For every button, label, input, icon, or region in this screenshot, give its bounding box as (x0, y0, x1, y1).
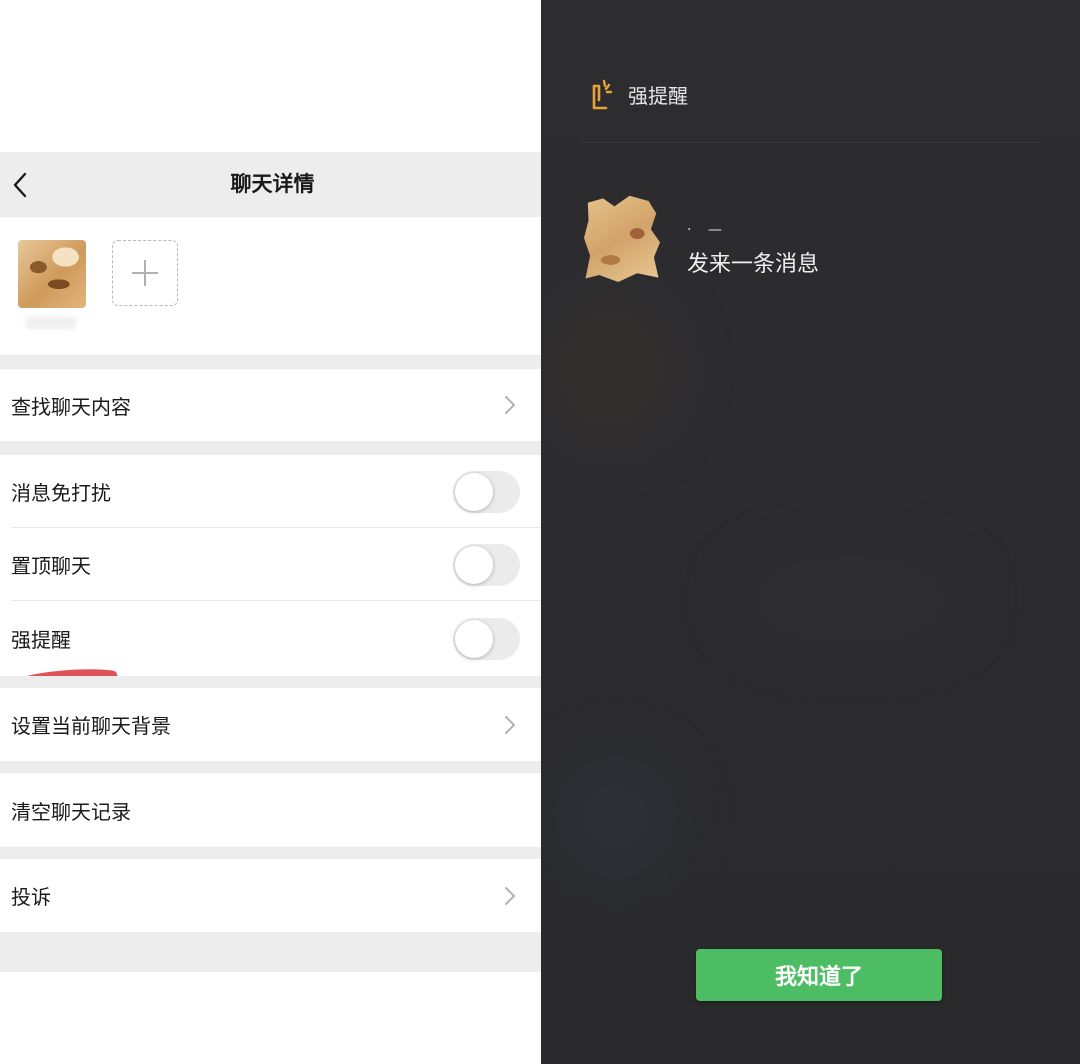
mute-notifications-toggle[interactable] (453, 470, 520, 513)
add-member-button[interactable] (112, 240, 178, 306)
mute-notifications-label: 消息免打扰 (11, 481, 111, 505)
toggle-knob (455, 545, 493, 584)
sender-avatar (584, 195, 660, 282)
pin-chat-toggle[interactable] (453, 543, 520, 586)
blurred-background (551, 300, 671, 440)
chevron-right-icon (505, 396, 515, 414)
strong-reminder-overlay: 强提醒 · — 发来一条消息 我知道了 (541, 0, 1080, 1064)
group-divider (0, 676, 541, 688)
member-name-blurred (26, 317, 76, 329)
chevron-right-icon (505, 886, 515, 905)
toggle-knob (455, 472, 493, 511)
header-divider (581, 142, 1040, 143)
chevron-right-icon (505, 715, 515, 734)
strong-reminder-item: 强提醒 (0, 601, 541, 676)
set-chat-background-label: 设置当前聊天背景 (11, 714, 171, 738)
reminder-header-title: 强提醒 (628, 84, 688, 108)
page-title: 聊天详情 (230, 172, 315, 196)
reminder-tap-icon (592, 79, 613, 110)
group-divider (0, 847, 541, 859)
blurred-background (561, 760, 671, 880)
pin-chat-label: 置顶聊天 (11, 554, 91, 578)
strong-reminder-label: 强提醒 (11, 628, 71, 652)
group-divider (0, 441, 541, 455)
acknowledge-button[interactable]: 我知道了 (696, 949, 942, 1001)
clear-chat-history-item[interactable]: 清空聊天记录 (0, 773, 541, 847)
strong-reminder-toggle[interactable] (453, 617, 520, 660)
clear-chat-history-label: 清空聊天记录 (11, 799, 131, 824)
member-section (0, 217, 541, 355)
group-divider (0, 355, 541, 369)
blurred-background (741, 560, 961, 640)
bottom-divider (0, 932, 541, 972)
nav-bar: 聊天详情 (0, 152, 541, 217)
report-label: 投诉 (11, 885, 51, 909)
group-divider (0, 761, 541, 773)
search-chat-content-label: 查找聊天内容 (11, 394, 131, 419)
pin-chat-item: 置顶聊天 (0, 528, 541, 601)
toggle-knob (455, 619, 493, 658)
search-chat-content-item[interactable]: 查找聊天内容 (0, 369, 541, 441)
chat-details-panel: 聊天详情 查找聊天内容 消息免打扰 置顶聊天 强提醒 设置当前聊天背景 清空聊天… (0, 0, 541, 1064)
avatar[interactable] (18, 240, 86, 308)
sender-name: · — (687, 222, 728, 238)
mute-notifications-item: 消息免打扰 (0, 455, 541, 528)
report-item[interactable]: 投诉 (0, 859, 541, 932)
notification-message: 发来一条消息 (687, 252, 820, 277)
set-chat-background-item[interactable]: 设置当前聊天背景 (0, 688, 541, 761)
